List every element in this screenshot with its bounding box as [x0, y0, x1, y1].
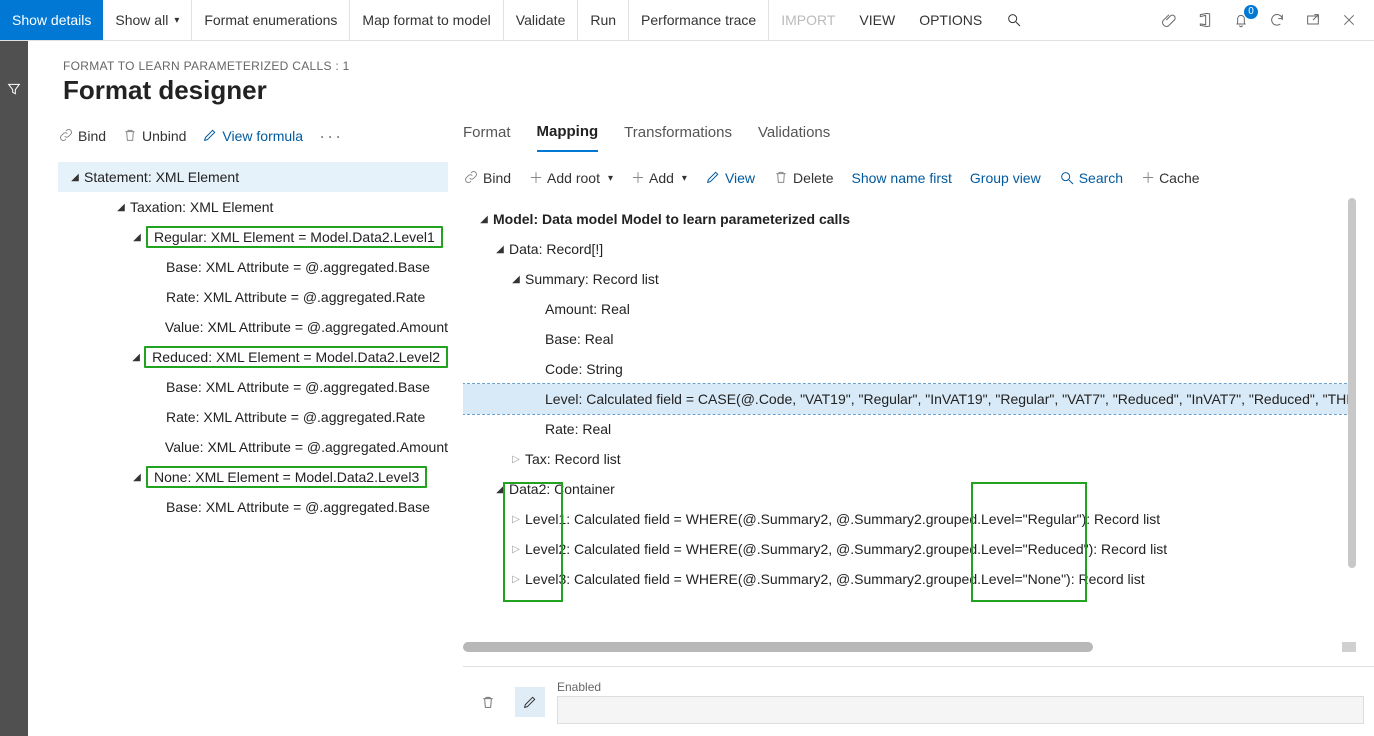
tree-node-model[interactable]: ◢Model: Data model Model to learn parame…: [463, 204, 1356, 234]
more-icon[interactable]: ···: [319, 126, 343, 147]
map-format-to-model-button[interactable]: Map format to model: [350, 0, 503, 40]
format-tree[interactable]: ◢Statement: XML Element ◢Taxation: XML E…: [58, 156, 448, 736]
group-view-button[interactable]: Group view: [970, 170, 1041, 186]
bell-badge: 0: [1244, 5, 1258, 19]
search-button[interactable]: Search: [1059, 170, 1123, 186]
bind-button[interactable]: Bind: [58, 127, 106, 146]
options-button[interactable]: OPTIONS: [907, 0, 994, 40]
tab-validations[interactable]: Validations: [758, 118, 830, 151]
attachment-icon[interactable]: [1160, 11, 1178, 29]
chevron-down-icon: ▾: [682, 173, 687, 184]
breadcrumb: FORMAT TO LEARN PARAMETERIZED CALLS : 1: [28, 41, 1374, 73]
tree-node-regular-value[interactable]: ◢Value: XML Attribute = @.aggregated.Amo…: [58, 312, 448, 342]
tree-node-regular-rate[interactable]: ◢Rate: XML Attribute = @.aggregated.Rate: [58, 282, 448, 312]
properties-strip: Enabled: [463, 666, 1374, 736]
link-icon: [463, 169, 479, 188]
pencil-icon: [202, 127, 218, 146]
tree-node-tax[interactable]: ▷Tax: Record list: [463, 444, 1356, 474]
tree-node-reduced-base[interactable]: ◢Base: XML Attribute = @.aggregated.Base: [58, 372, 448, 402]
right-tabs: Format Mapping Transformations Validatio…: [463, 116, 1374, 154]
unbind-button[interactable]: Unbind: [122, 127, 186, 146]
topbar-right-icons: 0: [1144, 0, 1374, 40]
run-button[interactable]: Run: [578, 0, 629, 40]
trash-icon: [122, 127, 138, 146]
trash-icon: [773, 169, 789, 188]
format-tree-panel: Bind Unbind View formula ··· ◢Stat: [28, 116, 448, 736]
tree-node-reduced-rate[interactable]: ◢Rate: XML Attribute = @.aggregated.Rate: [58, 402, 448, 432]
tree-node-amount[interactable]: ◢Amount: Real: [463, 294, 1356, 324]
show-all-label: Show all: [115, 12, 168, 28]
horizontal-scrollbar-track-end[interactable]: [1342, 642, 1356, 652]
add-root-button[interactable]: ＋Add root▾: [529, 168, 613, 188]
tree-node-data[interactable]: ◢Data: Record[!]: [463, 234, 1356, 264]
open-window-icon[interactable]: [1304, 11, 1322, 29]
tree-node-statement[interactable]: ◢Statement: XML Element: [58, 162, 448, 192]
mapping-panel: Format Mapping Transformations Validatio…: [448, 116, 1374, 736]
delete-button[interactable]: Delete: [773, 169, 833, 188]
performance-trace-button[interactable]: Performance trace: [629, 0, 769, 40]
tree-node-taxation[interactable]: ◢Taxation: XML Element: [58, 192, 448, 222]
tree-node-reduced-value[interactable]: ◢Value: XML Attribute = @.aggregated.Amo…: [58, 432, 448, 462]
show-details-button[interactable]: Show details: [0, 0, 103, 40]
tree-node-none[interactable]: ◢None: XML Element = Model.Data2.Level3: [58, 462, 448, 492]
import-button[interactable]: IMPORT: [769, 0, 847, 40]
tree-node-regular[interactable]: ◢Regular: XML Element = Model.Data2.Leve…: [58, 222, 448, 252]
tree-node-reduced[interactable]: ◢Reduced: XML Element = Model.Data2.Leve…: [58, 342, 448, 372]
edit-property-button[interactable]: [515, 687, 545, 717]
view-button[interactable]: VIEW: [847, 0, 907, 40]
tab-format[interactable]: Format: [463, 118, 511, 151]
enabled-input[interactable]: [557, 696, 1364, 724]
horizontal-scrollbar[interactable]: [463, 642, 1093, 652]
page-title: Format designer: [28, 73, 1374, 116]
close-icon[interactable]: [1340, 11, 1358, 29]
left-subtoolbar: Bind Unbind View formula ···: [58, 116, 448, 156]
main-area: FORMAT TO LEARN PARAMETERIZED CALLS : 1 …: [28, 41, 1374, 736]
left-rail: [0, 41, 28, 736]
bind-button-r[interactable]: Bind: [463, 169, 511, 188]
plus-icon: ＋: [631, 168, 645, 188]
search-toolbar-button[interactable]: [994, 0, 1034, 40]
plus-icon: ＋: [529, 168, 543, 188]
tree-node-level2[interactable]: ▷Level2: Calculated field = WHERE(@.Summ…: [463, 534, 1356, 564]
show-all-button[interactable]: Show all ▾: [103, 0, 192, 40]
tree-node-level1[interactable]: ▷Level1: Calculated field = WHERE(@.Summ…: [463, 504, 1356, 534]
tree-node-summary[interactable]: ◢Summary: Record list: [463, 264, 1356, 294]
tab-mapping[interactable]: Mapping: [537, 117, 599, 152]
refresh-icon[interactable]: [1268, 11, 1286, 29]
chevron-down-icon: ▾: [174, 15, 179, 26]
delete-property-button[interactable]: [473, 687, 503, 717]
tree-node-code[interactable]: ◢Code: String: [463, 354, 1356, 384]
tree-node-none-base[interactable]: ◢Base: XML Attribute = @.aggregated.Base: [58, 492, 448, 522]
format-enumerations-button[interactable]: Format enumerations: [192, 0, 350, 40]
search-icon: [1059, 170, 1075, 186]
tree-node-base[interactable]: ◢Base: Real: [463, 324, 1356, 354]
enabled-field-wrap: Enabled: [557, 680, 1364, 724]
add-button[interactable]: ＋Add▾: [631, 168, 687, 188]
tree-node-rate[interactable]: ◢Rate: Real: [463, 414, 1356, 444]
tree-node-regular-base[interactable]: ◢Base: XML Attribute = @.aggregated.Base: [58, 252, 448, 282]
filter-icon[interactable]: [6, 81, 22, 100]
top-toolbar: Show details Show all ▾ Format enumerati…: [0, 0, 1374, 41]
pencil-icon: [705, 169, 721, 188]
mapping-tree[interactable]: ◢Model: Data model Model to learn parame…: [463, 198, 1356, 652]
tree-node-data2[interactable]: ◢Data2: Container: [463, 474, 1356, 504]
bell-icon[interactable]: 0: [1232, 11, 1250, 29]
link-icon: [58, 127, 74, 146]
vertical-scrollbar[interactable]: [1348, 198, 1356, 568]
validate-button[interactable]: Validate: [504, 0, 579, 40]
plus-icon: ＋: [1141, 168, 1155, 188]
cache-button[interactable]: ＋Cache: [1141, 168, 1199, 188]
view-formula-button[interactable]: View formula: [202, 127, 303, 146]
right-subtoolbar: Bind ＋Add root▾ ＋Add▾ View Delete Show n…: [463, 158, 1374, 198]
office-icon[interactable]: [1196, 11, 1214, 29]
enabled-label: Enabled: [557, 680, 1364, 694]
chevron-down-icon: ▾: [608, 173, 613, 184]
view-button-r[interactable]: View: [705, 169, 755, 188]
tree-node-level[interactable]: ◢Level: Calculated field = CASE(@.Code, …: [463, 384, 1356, 414]
search-icon: [1006, 12, 1022, 28]
tree-node-level3[interactable]: ▷Level3: Calculated field = WHERE(@.Summ…: [463, 564, 1356, 594]
tab-transformations[interactable]: Transformations: [624, 118, 732, 151]
show-name-first-button[interactable]: Show name first: [852, 170, 952, 186]
